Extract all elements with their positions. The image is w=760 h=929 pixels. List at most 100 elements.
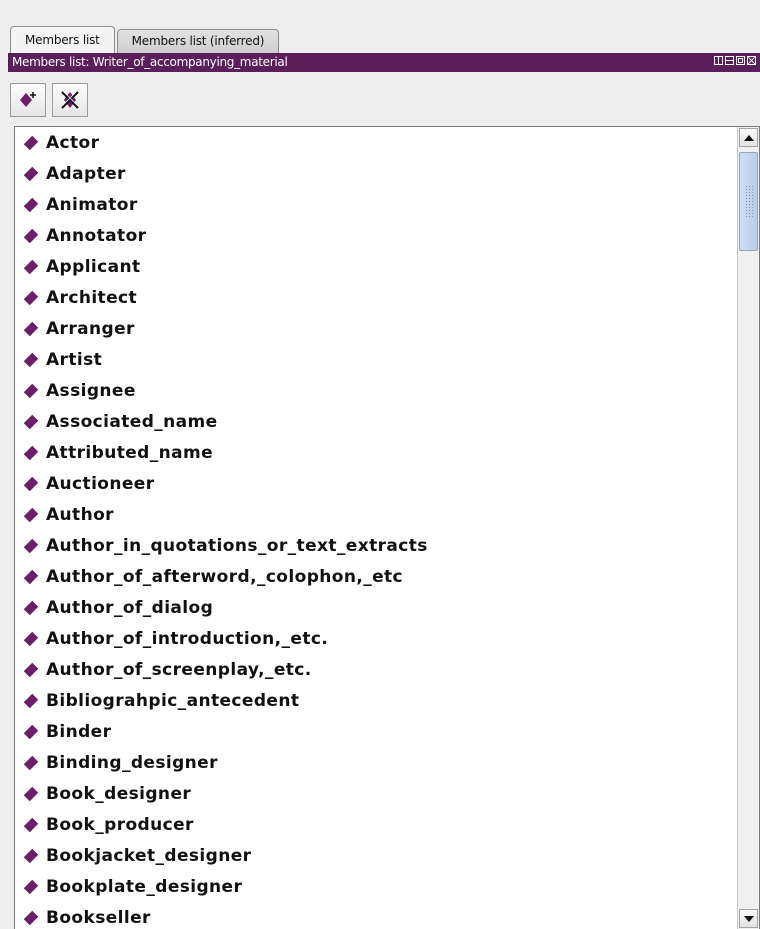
individual-icon xyxy=(23,228,39,243)
vertical-scrollbar[interactable] xyxy=(737,127,759,929)
list-item[interactable]: Author xyxy=(15,499,735,530)
individual-icon xyxy=(23,414,39,429)
tab-members-list-inferred[interactable]: Members list (inferred) xyxy=(116,29,280,53)
member-label: Author_of_screenplay,_etc. xyxy=(46,659,312,680)
list-item[interactable]: Applicant xyxy=(15,251,735,282)
list-item[interactable]: Author_of_screenplay,_etc. xyxy=(15,654,735,685)
list-item[interactable]: Adapter xyxy=(15,158,735,189)
individual-icon xyxy=(23,693,39,708)
member-label: Binder xyxy=(46,721,112,742)
tab-members-list[interactable]: Members list xyxy=(10,26,115,53)
member-label: Binding_designer xyxy=(46,752,218,773)
individual-icon xyxy=(23,259,39,274)
individual-icon xyxy=(23,600,39,615)
member-label: Bibliograhpic_antecedent xyxy=(46,690,300,711)
individual-icon xyxy=(23,383,39,398)
toolbar xyxy=(8,72,760,126)
individual-icon xyxy=(23,755,39,770)
individual-icon xyxy=(23,352,39,367)
scroll-up-button[interactable] xyxy=(739,128,758,147)
maximize-icon[interactable] xyxy=(736,56,745,65)
member-label: Actor xyxy=(46,132,100,153)
scrollbar-grip xyxy=(745,185,753,219)
list-item[interactable]: Animator xyxy=(15,189,735,220)
member-label: Associated_name xyxy=(46,411,218,432)
close-icon[interactable] xyxy=(747,56,756,65)
add-member-button[interactable] xyxy=(10,83,46,117)
list-item[interactable]: Author_of_afterword,_colophon,_etc xyxy=(15,561,735,592)
members-list[interactable]: Actor Adapter Animator Annotator Applicant Ar… xyxy=(14,126,760,929)
member-label: Book_producer xyxy=(46,814,194,835)
individual-icon xyxy=(23,197,39,212)
individual-icon xyxy=(23,817,39,832)
list-item[interactable]: Architect xyxy=(15,282,735,313)
list-item[interactable]: Binder xyxy=(15,716,735,747)
list-item[interactable]: Book_designer xyxy=(15,778,735,809)
individual-icon xyxy=(23,662,39,677)
individual-icon xyxy=(23,786,39,801)
member-label: Artist xyxy=(46,349,103,370)
individual-icon xyxy=(23,879,39,894)
individual-icon xyxy=(23,476,39,491)
scroll-down-button[interactable] xyxy=(739,909,758,928)
individual-icon xyxy=(23,724,39,739)
individual-icon xyxy=(23,569,39,584)
list-item[interactable]: Binding_designer xyxy=(15,747,735,778)
individual-icon xyxy=(23,321,39,336)
split-vertical-icon[interactable] xyxy=(714,56,723,65)
split-horizontal-icon[interactable] xyxy=(725,56,734,65)
member-label: Attributed_name xyxy=(46,442,214,463)
window-controls xyxy=(714,56,756,65)
list-item[interactable]: Book_producer xyxy=(15,809,735,840)
list-item[interactable]: Attributed_name xyxy=(15,437,735,468)
member-label: Architect xyxy=(46,287,138,308)
panel-titlebar: Members list: Writer_of_accompanying_mat… xyxy=(8,53,760,72)
delete-individual-icon xyxy=(61,91,79,109)
member-label: Bookseller xyxy=(46,907,151,928)
list-item[interactable]: Author_of_dialog xyxy=(15,592,735,623)
list-item[interactable]: Author_in_quotations_or_text_extracts xyxy=(15,530,735,561)
member-label: Auctioneer xyxy=(46,473,155,494)
individual-icon xyxy=(23,848,39,863)
individual-icon xyxy=(23,290,39,305)
member-label: Author_in_quotations_or_text_extracts xyxy=(46,535,428,556)
individual-icon xyxy=(23,631,39,646)
individual-icon xyxy=(23,910,39,925)
panel-title: Members list: Writer_of_accompanying_mat… xyxy=(12,55,288,69)
member-label: Annotator xyxy=(46,225,147,246)
individual-icon xyxy=(23,166,39,181)
member-label: Applicant xyxy=(46,256,141,277)
tab-strip: Members list Members list (inferred) xyxy=(10,25,281,53)
member-label: Adapter xyxy=(46,163,126,184)
add-individual-icon xyxy=(20,92,36,107)
list-item[interactable]: Actor xyxy=(15,127,735,158)
list-item[interactable]: Bookplate_designer xyxy=(15,871,735,902)
member-label: Author_of_introduction,_etc. xyxy=(46,628,329,649)
list-item[interactable]: Auctioneer xyxy=(15,468,735,499)
member-label: Book_designer xyxy=(46,783,192,804)
member-label: Bookjacket_designer xyxy=(46,845,252,866)
list-item[interactable]: Associated_name xyxy=(15,406,735,437)
member-label: Author_of_dialog xyxy=(46,597,214,618)
member-label: Assignee xyxy=(46,380,136,401)
scrollbar-thumb[interactable] xyxy=(739,152,758,251)
member-label: Author xyxy=(46,504,114,525)
list-item[interactable]: Assignee xyxy=(15,375,735,406)
member-label: Arranger xyxy=(46,318,135,339)
list-item[interactable]: Artist xyxy=(15,344,735,375)
individual-icon xyxy=(23,538,39,553)
remove-member-button[interactable] xyxy=(52,83,88,117)
list-item[interactable]: Author_of_introduction,_etc. xyxy=(15,623,735,654)
members-list-items: Actor Adapter Animator Annotator Applicant Ar… xyxy=(15,127,735,929)
list-item[interactable]: Bookseller xyxy=(15,902,735,929)
list-item[interactable]: Bookjacket_designer xyxy=(15,840,735,871)
individual-icon xyxy=(23,135,39,150)
member-label: Author_of_afterword,_colophon,_etc xyxy=(46,566,404,587)
list-item[interactable]: Annotator xyxy=(15,220,735,251)
individual-icon xyxy=(23,445,39,460)
list-item[interactable]: Bibliograhpic_antecedent xyxy=(15,685,735,716)
member-label: Animator xyxy=(46,194,138,215)
individual-icon xyxy=(23,507,39,522)
list-item[interactable]: Arranger xyxy=(15,313,735,344)
member-label: Bookplate_designer xyxy=(46,876,243,897)
